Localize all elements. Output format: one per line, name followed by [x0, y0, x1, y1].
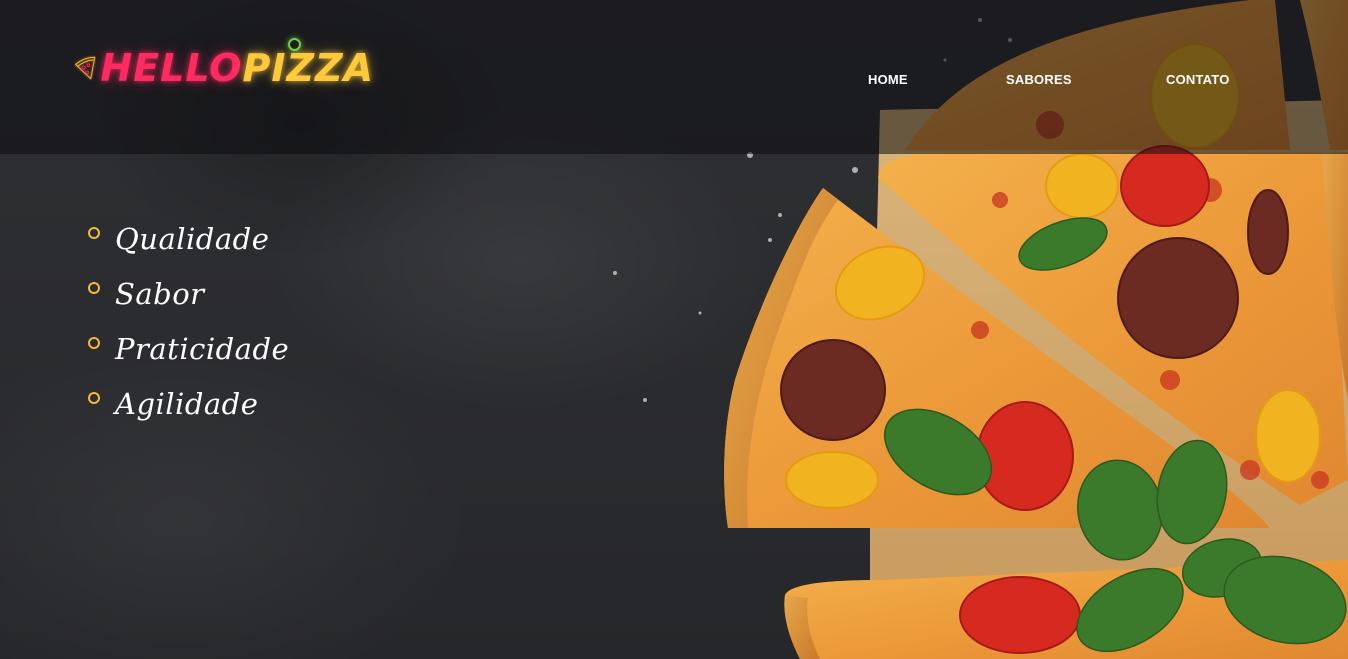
bullet-icon: [88, 392, 100, 404]
nav-home-link[interactable]: HOME: [868, 72, 908, 87]
feature-label: Agilidade: [115, 387, 259, 421]
feature-item: Agilidade: [88, 387, 289, 442]
site-header: HELLOPIZZA HOME SABORES CONTATO: [0, 0, 1348, 154]
bullet-icon: [88, 337, 100, 349]
features-list: Qualidade Sabor Praticidade Agilidade: [88, 222, 289, 442]
nav-contato-link[interactable]: CONTATO: [1166, 72, 1230, 87]
bullet-icon: [88, 227, 100, 239]
logo-accent-dot: [288, 38, 301, 51]
feature-item: Praticidade: [88, 332, 289, 387]
feature-item: Qualidade: [88, 222, 289, 277]
main-nav: HOME SABORES CONTATO: [0, 72, 1348, 92]
bullet-icon: [88, 282, 100, 294]
feature-label: Praticidade: [115, 332, 290, 366]
nav-sabores-link[interactable]: SABORES: [1006, 72, 1072, 87]
feature-item: Sabor: [88, 277, 289, 332]
feature-label: Sabor: [115, 277, 205, 311]
feature-label: Qualidade: [115, 222, 270, 256]
